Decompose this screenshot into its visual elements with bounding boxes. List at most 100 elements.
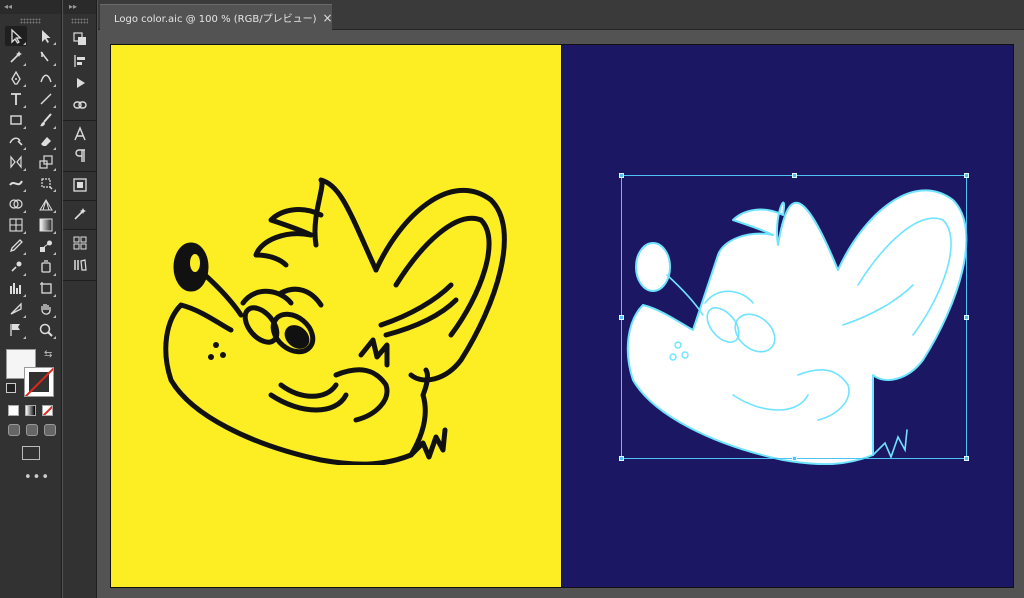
mesh-icon — [9, 218, 23, 232]
flag-tool[interactable] — [5, 320, 27, 340]
zoom-icon — [39, 323, 53, 337]
transform-panel-icon[interactable] — [63, 28, 97, 50]
zoom-tool[interactable] — [35, 320, 57, 340]
document-tab[interactable]: Logo color.aic @ 100 % (RGB/プレビュー) × — [100, 4, 333, 30]
magic-wand-panel-icon[interactable] — [63, 203, 97, 225]
artboard-divider — [561, 45, 562, 587]
stroke-swatch[interactable] — [24, 367, 54, 397]
gradient-tool[interactable] — [35, 215, 57, 235]
type-tool[interactable] — [5, 89, 27, 109]
type-icon — [11, 93, 21, 105]
paragraph-panel-icon[interactable] — [63, 145, 97, 167]
column-graph-tool[interactable] — [5, 278, 27, 298]
artboards-panel-icon[interactable] — [63, 232, 97, 254]
perspective-grid-icon — [39, 199, 53, 211]
tools-panel-collapse[interactable]: ◂◂ — [0, 0, 61, 14]
color-mode-solid[interactable] — [8, 405, 19, 416]
line-tool[interactable] — [35, 89, 57, 109]
lasso-icon — [40, 51, 49, 62]
resize-handle-n[interactable] — [792, 173, 797, 178]
character-panel-icon[interactable] — [63, 123, 97, 145]
align-panel-icon[interactable] — [63, 50, 97, 72]
tool-grid — [0, 26, 61, 341]
panel-dock-grip[interactable] — [71, 18, 88, 24]
rectangle-icon — [10, 115, 22, 125]
shaper-tool[interactable] — [5, 131, 27, 151]
resize-handle-w[interactable] — [619, 315, 624, 320]
hand-icon — [41, 304, 51, 315]
resize-handle-nw[interactable] — [619, 173, 624, 178]
selection-tool[interactable] — [5, 26, 27, 46]
close-tab-icon[interactable]: × — [322, 11, 332, 25]
mesh-tool[interactable] — [5, 215, 27, 235]
artboard-tool[interactable] — [35, 278, 57, 298]
direct-selection-icon — [42, 30, 51, 43]
symbol-sprayer-tool[interactable] — [5, 257, 27, 277]
artboard[interactable] — [110, 44, 1014, 588]
symbol-alt-icon — [41, 260, 51, 273]
symbol-sprayer-icon — [11, 261, 22, 272]
lasso-tool[interactable] — [35, 47, 57, 67]
libraries-panel-icon[interactable] — [63, 254, 97, 276]
actions-panel-icon[interactable] — [63, 72, 97, 94]
shape-builder-tool[interactable] — [5, 194, 27, 214]
width-icon — [9, 180, 23, 186]
draw-normal-icon[interactable] — [8, 424, 20, 436]
paintbrush-tool[interactable] — [35, 110, 57, 130]
panel-dock: ▸▸ — [63, 0, 97, 598]
free-transform-icon — [41, 178, 53, 190]
resize-handle-ne[interactable] — [964, 173, 969, 178]
resize-handle-e[interactable] — [964, 315, 969, 320]
default-fill-stroke-icon[interactable] — [6, 383, 16, 393]
color-mode-row — [8, 405, 61, 416]
blend-tool[interactable] — [35, 236, 57, 256]
symbol-alt-tool[interactable] — [35, 257, 57, 277]
mouse-logo-outline[interactable] — [161, 175, 521, 465]
panel-dock-expand[interactable]: ▸▸ — [63, 0, 96, 14]
draw-behind-icon[interactable] — [26, 424, 38, 436]
fill-stroke-controls: ⇆ — [6, 349, 61, 399]
curvature-icon — [40, 74, 52, 83]
slice-tool[interactable] — [5, 299, 27, 319]
tools-panel-grip[interactable] — [20, 18, 41, 24]
paintbrush-icon — [40, 113, 52, 127]
free-transform-tool[interactable] — [35, 173, 57, 193]
resize-handle-sw[interactable] — [619, 456, 624, 461]
eyedropper-tool[interactable] — [5, 236, 27, 256]
magic-wand-icon — [10, 51, 22, 63]
document-tab-bar: Logo color.aic @ 100 % (RGB/プレビュー) × — [98, 0, 1024, 30]
image-trace-panel-icon[interactable] — [63, 174, 97, 196]
selection-bounding-box[interactable] — [619, 173, 969, 461]
links-panel-icon[interactable] — [63, 94, 97, 116]
resize-handle-se[interactable] — [964, 456, 969, 461]
perspective-grid-tool[interactable] — [35, 194, 57, 214]
hand-tool[interactable] — [35, 299, 57, 319]
color-mode-none[interactable] — [42, 405, 53, 416]
resize-handle-s[interactable] — [792, 456, 797, 461]
draw-mode-row — [8, 424, 61, 436]
artboard-icon — [40, 282, 52, 294]
eraser-tool[interactable] — [35, 131, 57, 151]
selection-icon — [11, 28, 23, 44]
curvature-tool[interactable] — [35, 68, 57, 88]
screen-mode-icon[interactable] — [22, 446, 40, 460]
pen-icon — [11, 70, 21, 85]
scale-tool[interactable] — [35, 152, 57, 172]
magic-wand-tool[interactable] — [5, 47, 27, 67]
scale-icon — [39, 155, 53, 169]
color-mode-gradient[interactable] — [25, 405, 36, 416]
width-tool[interactable] — [5, 173, 27, 193]
shape-builder-icon — [9, 199, 23, 209]
panel-icon-group — [63, 172, 96, 201]
rectangle-tool[interactable] — [5, 110, 27, 130]
tools-panel: ◂◂ ⇆ ••• — [0, 0, 62, 598]
edit-toolbar-button[interactable]: ••• — [24, 470, 61, 485]
panel-icon-list — [63, 26, 96, 281]
swap-fill-stroke-icon[interactable]: ⇆ — [44, 349, 52, 360]
rotate-tool[interactable] — [5, 152, 27, 172]
direct-selection-tool[interactable] — [35, 26, 57, 46]
draw-inside-icon[interactable] — [44, 424, 56, 436]
panel-icon-group — [63, 201, 96, 230]
panel-icon-group — [63, 230, 96, 281]
pen-tool[interactable] — [5, 68, 27, 88]
